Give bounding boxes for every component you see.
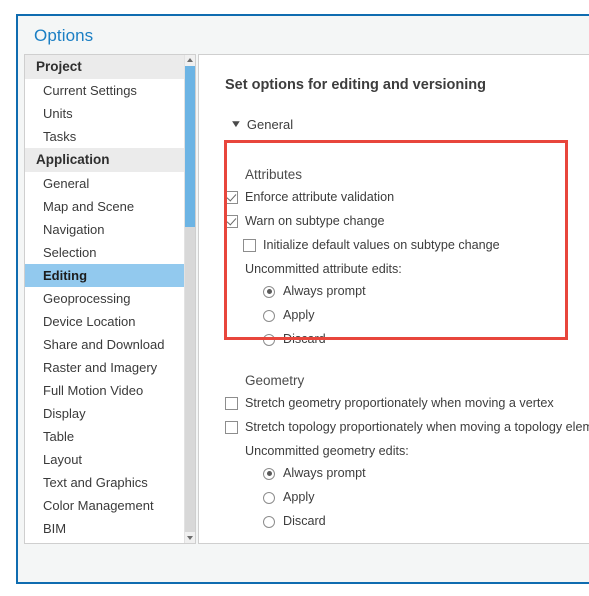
checkbox-label: Stretch geometry proportionately when mo…	[245, 396, 554, 410]
sidebar-item-full-motion-video[interactable]: Full Motion Video	[25, 379, 184, 402]
sidebar-item-units[interactable]: Units	[25, 102, 184, 125]
uncommitted-attribute-radio-group: Always prompt Apply Discard	[225, 284, 500, 347]
sidebar-item-raster-and-imagery[interactable]: Raster and Imagery	[25, 356, 184, 379]
sidebar-item-tasks[interactable]: Tasks	[25, 125, 184, 148]
scroll-down-button[interactable]	[185, 532, 195, 543]
options-content-panel: Set options for editing and versioning ▼…	[198, 54, 589, 544]
chevron-down-icon: ▼	[229, 118, 243, 130]
general-section-expander[interactable]: ▼ General	[229, 117, 294, 132]
general-expander-label: General	[246, 117, 294, 132]
geometry-radio-always-prompt[interactable]: Always prompt	[225, 466, 589, 481]
radio-button-icon[interactable]	[263, 491, 275, 504]
checkbox-label: Initialize default values on subtype cha…	[263, 238, 500, 252]
sidebar-item-selection[interactable]: Selection	[25, 241, 184, 264]
attributes-checkbox-initialize-default-values-on-subtype-change[interactable]: Initialize default values on subtype cha…	[225, 238, 500, 253]
sidebar-item-share-and-download[interactable]: Share and Download	[25, 333, 184, 356]
radio-label: Discard	[283, 514, 326, 528]
radio-button-icon[interactable]	[263, 515, 275, 528]
sidebar-item-general[interactable]: General	[25, 172, 184, 195]
radio-label: Apply	[283, 490, 315, 504]
checkmark-icon[interactable]	[225, 191, 238, 204]
geometry-section: Geometry Stretch geometry proportionatel…	[225, 373, 589, 538]
checkbox-icon[interactable]	[225, 397, 238, 410]
radio-label: Always prompt	[283, 466, 366, 480]
attributes-checkbox-warn-on-subtype-change[interactable]: Warn on subtype change	[225, 214, 500, 229]
checkbox-icon[interactable]	[243, 239, 256, 252]
radio-label: Discard	[283, 332, 326, 346]
uncommitted-attribute-edits-label: Uncommitted attribute edits:	[245, 262, 402, 276]
uncommitted-geometry-radio-group: Always prompt Apply Discard	[225, 466, 589, 529]
category-scrollbar[interactable]	[184, 55, 195, 543]
geometry-radio-apply[interactable]: Apply	[225, 490, 589, 505]
attributes-radio-discard[interactable]: Discard	[225, 332, 500, 347]
sidebar-item-editing[interactable]: Editing	[25, 264, 184, 287]
radio-label: Always prompt	[283, 284, 366, 298]
sidebar-item-current-settings[interactable]: Current Settings	[25, 79, 184, 102]
attributes-section: Attributes Enforce attribute validation W…	[225, 167, 500, 356]
triangle-down-icon	[187, 536, 193, 540]
category-group-application: Application	[25, 148, 184, 172]
attributes-checkbox-enforce-attribute-validation[interactable]: Enforce attribute validation	[225, 190, 500, 205]
uncommitted-geometry-edits-label: Uncommitted geometry edits:	[245, 444, 409, 458]
attributes-radio-apply[interactable]: Apply	[225, 308, 500, 323]
geometry-section-title: Geometry	[245, 373, 305, 388]
sidebar-item-text-and-graphics[interactable]: Text and Graphics	[25, 471, 184, 494]
radio-button-icon[interactable]	[263, 467, 275, 480]
geometry-checkbox-stretch-geometry-proportionately-when-moving-a-vertex[interactable]: Stretch geometry proportionately when mo…	[225, 396, 589, 411]
scrollbar-thumb[interactable]	[185, 66, 195, 227]
options-dialog: Options Project Current Settings Units Task…	[16, 14, 589, 584]
sidebar-item-geoprocessing[interactable]: Geoprocessing	[25, 287, 184, 310]
radio-label: Apply	[283, 308, 315, 322]
scroll-up-button[interactable]	[185, 55, 195, 66]
checkbox-label: Stretch topology proportionately when mo…	[245, 420, 589, 434]
checkbox-label: Warn on subtype change	[245, 214, 385, 228]
sidebar-item-layout[interactable]: Layout	[25, 448, 184, 471]
checkmark-icon[interactable]	[225, 215, 238, 228]
sidebar-item-table[interactable]: Table	[25, 425, 184, 448]
radio-button-icon[interactable]	[263, 333, 275, 346]
sidebar-item-navigation[interactable]: Navigation	[25, 218, 184, 241]
checkbox-label: Enforce attribute validation	[245, 190, 395, 204]
sidebar-item-display[interactable]: Display	[25, 402, 184, 425]
geometry-radio-discard[interactable]: Discard	[225, 514, 589, 529]
triangle-up-icon	[187, 58, 193, 62]
attributes-radio-always-prompt[interactable]: Always prompt	[225, 284, 500, 299]
sidebar-item-device-location[interactable]: Device Location	[25, 310, 184, 333]
geometry-checkbox-stretch-topology-proportionately-when-moving-a-topology-eleme[interactable]: Stretch topology proportionately when mo…	[225, 420, 589, 435]
radio-button-icon[interactable]	[263, 309, 275, 322]
radio-button-icon[interactable]	[263, 285, 275, 298]
attributes-section-title: Attributes	[245, 167, 303, 182]
checkbox-icon[interactable]	[225, 421, 238, 434]
sidebar-item-map-and-scene[interactable]: Map and Scene	[25, 195, 184, 218]
page-title: Options	[34, 26, 94, 45]
sidebar-item-bim[interactable]: BIM	[25, 517, 184, 540]
content-heading: Set options for editing and versioning	[225, 77, 487, 93]
category-group-project: Project	[25, 55, 184, 79]
geometry-checkbox-group: Stretch geometry proportionately when mo…	[225, 396, 589, 435]
attributes-checkbox-group: Enforce attribute validation Warn on subt…	[225, 190, 500, 253]
scrollbar-track[interactable]	[185, 66, 195, 532]
sidebar-item-color-management[interactable]: Color Management	[25, 494, 184, 517]
category-list: Project Current Settings Units Tasks Applica…	[25, 55, 184, 540]
category-list-panel: Project Current Settings Units Tasks Applica…	[24, 54, 196, 544]
